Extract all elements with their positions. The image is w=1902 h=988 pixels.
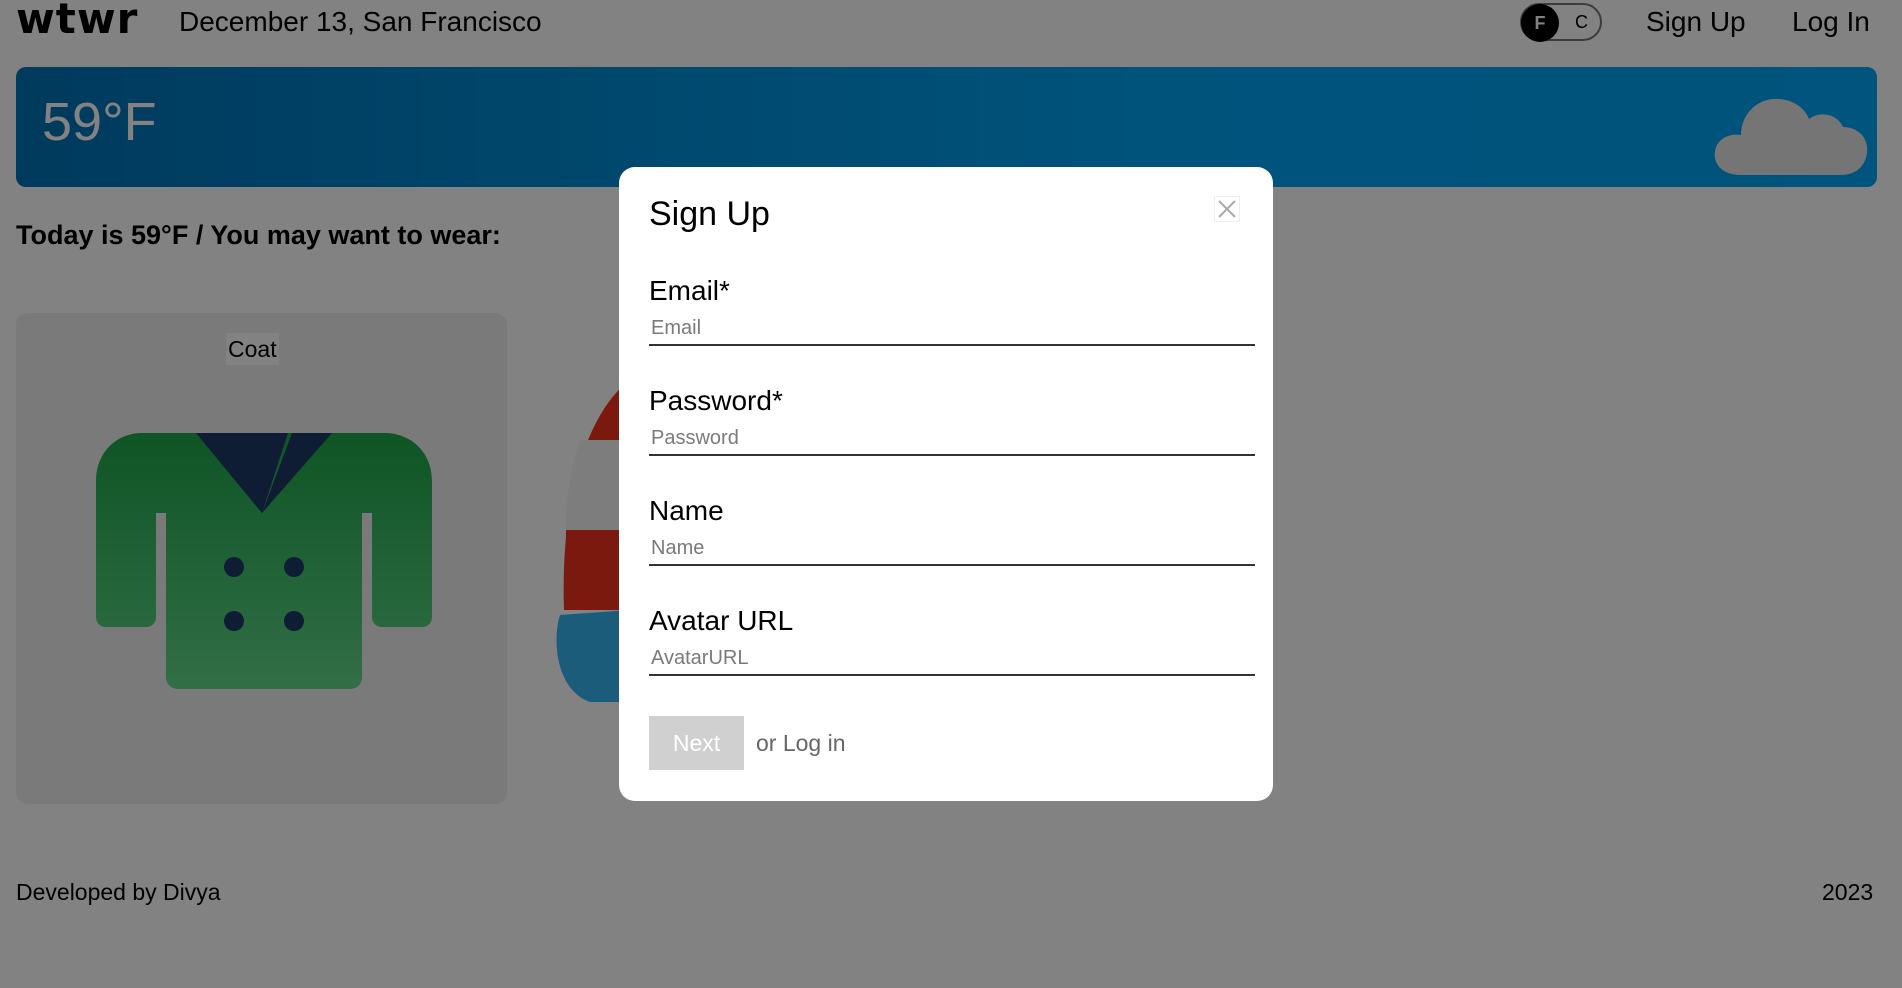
password-input[interactable] xyxy=(649,423,1255,456)
modal-title: Sign Up xyxy=(649,195,770,233)
avatar-label: Avatar URL xyxy=(649,605,794,636)
password-field-group: Password* xyxy=(649,383,1255,456)
password-label: Password* xyxy=(649,385,783,416)
email-field-group: Email* xyxy=(649,273,1255,346)
page: wtwr° December 13, San Francisco F C Sig… xyxy=(0,0,1902,988)
alt-prefix: or xyxy=(756,730,777,756)
avatar-url-input[interactable] xyxy=(649,643,1255,676)
email-input[interactable] xyxy=(649,313,1255,346)
alt-login-text: or Log in xyxy=(756,729,846,757)
alt-login-link[interactable]: Log in xyxy=(783,730,846,756)
name-field-group: Name xyxy=(649,493,1255,566)
signup-modal: Sign Up Email* Password* Name Avatar URL… xyxy=(619,167,1273,801)
name-label: Name xyxy=(649,495,724,526)
close-icon[interactable] xyxy=(1214,196,1240,222)
name-input[interactable] xyxy=(649,533,1255,566)
email-label: Email* xyxy=(649,275,730,306)
avatar-field-group: Avatar URL xyxy=(649,603,1255,676)
next-button[interactable]: Next xyxy=(649,716,744,770)
